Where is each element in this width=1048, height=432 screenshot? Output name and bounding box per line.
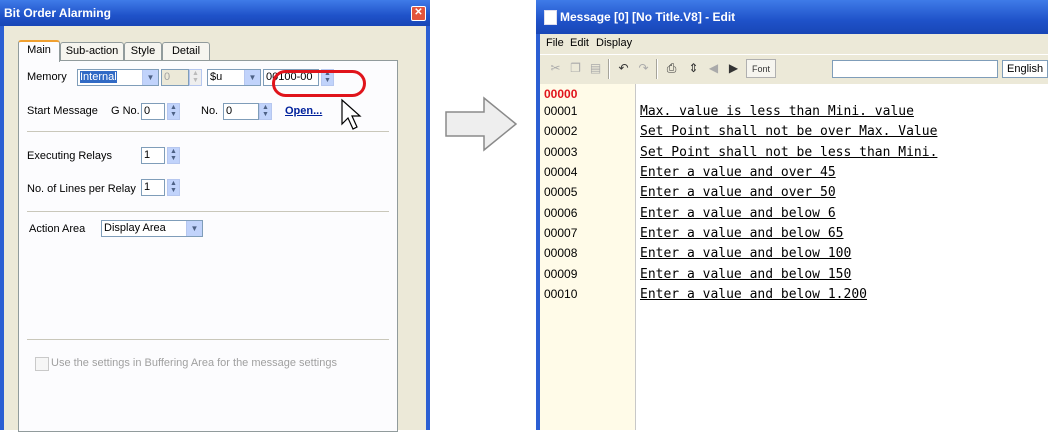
message-line[interactable]: Enter a value and below 6 [640,206,836,221]
executing-relays-spinner[interactable]: ▲ ▼ [167,147,180,164]
action-area-select[interactable]: Display Area ▼ [101,220,203,237]
paste-icon[interactable]: ▤ [586,59,605,78]
language-select[interactable]: English [1002,60,1048,78]
arrow-right-icon[interactable]: ▶ [724,59,743,78]
line-number: 00003 [544,145,578,159]
gno-label: G No. [111,105,140,117]
toolbar-separator [656,59,658,79]
buffering-checkbox[interactable] [35,357,49,371]
line-number: 00002 [544,124,578,138]
mouse-cursor-icon [341,98,362,130]
document-icon [544,10,557,25]
memory-number-field: 0 [161,69,189,86]
line-number: 00001 [544,104,578,118]
executing-relays-field[interactable]: 1 [141,147,165,164]
message-line[interactable]: Enter a value and below 1.200 [640,287,867,302]
message-line[interactable]: Set Point shall not be over Max. Value [640,124,937,139]
close-icon[interactable]: ✕ [411,6,426,21]
tab-style[interactable]: Style [124,42,162,60]
line-number: 00005 [544,185,578,199]
line-number: 00000 [544,87,578,101]
font-button[interactable]: Font [746,59,776,78]
toolbar: ✂ ❐ ▤ ↶ ↷ ⎙ ⇕ ◀ ▶ Font English [540,54,1048,83]
message-line[interactable]: Enter a value and over 50 [640,185,836,200]
gno-field[interactable]: 0 [141,103,165,120]
action-area-value: Display Area [104,222,166,234]
menu-edit[interactable]: Edit [570,37,589,49]
menu-display[interactable]: Display [596,37,632,49]
undo-icon[interactable]: ↶ [614,59,633,78]
copy-icon[interactable]: ❐ [566,59,585,78]
bit-order-alarming-dialog: Bit Order Alarming ✕ Main Sub-action Sty… [0,0,430,432]
lines-per-relay-label: No. of Lines per Relay [27,183,136,195]
message-line[interactable]: Enter a value and below 100 [640,246,851,261]
chevron-down-icon: ▼ [244,70,260,85]
redo-icon[interactable]: ↷ [634,59,653,78]
tab-detail[interactable]: Detail [162,42,210,60]
line-number: 00007 [544,226,578,240]
lines-per-relay-spinner[interactable]: ▲ ▼ [167,179,180,196]
right-arrow-icon [445,96,518,152]
buffering-checkbox-label: Use the settings in Buffering Area for t… [51,357,337,369]
divider [27,211,389,212]
memory-label: Memory [27,71,67,83]
chevron-down-icon: ▼ [186,221,202,236]
open-link[interactable]: Open... [285,105,322,117]
tab-sub-action[interactable]: Sub-action [60,42,124,60]
gno-spinner[interactable]: ▲ ▼ [167,103,180,120]
memory-type-select[interactable]: Internal ▼ [77,69,159,86]
executing-relays-label: Executing Relays [27,150,112,162]
line-number: 00004 [544,165,578,179]
lines-per-relay-field[interactable]: 1 [141,179,165,196]
divider [27,339,389,340]
text-input[interactable] [832,60,998,78]
message-line[interactable]: Enter a value and below 150 [640,267,851,282]
chevron-down-icon: ▼ [142,70,158,85]
start-message-label: Start Message [27,105,98,117]
memory-prefix-value: $u [210,71,223,83]
jump-icon[interactable]: ⇕ [684,59,703,78]
memory-type-value: Internal [80,71,117,83]
line-number: 00008 [544,246,578,260]
editor-title: Message [0] [No Title.V8] - Edit [536,0,1048,34]
memory-prefix-select[interactable]: $u ▼ [207,69,261,86]
message-line[interactable]: Max. value is less than Mini. value [640,104,914,119]
menu-file[interactable]: File [546,37,564,49]
toolbar-separator [608,59,610,79]
no-spinner[interactable]: ▲ ▼ [259,103,272,120]
line-number: 00010 [544,287,578,301]
open-highlight-oval [272,70,366,97]
cut-icon[interactable]: ✂ [546,59,565,78]
action-area-label: Action Area [29,223,86,235]
dialog-title: Bit Order Alarming [0,0,430,26]
message-line[interactable]: Enter a value and below 65 [640,226,844,241]
print-icon[interactable]: ⎙ [662,59,681,78]
line-number: 00006 [544,206,578,220]
tab-main[interactable]: Main [18,40,60,62]
line-number: 00009 [544,267,578,281]
message-line[interactable]: Set Point shall not be less than Mini. [640,145,937,160]
no-label: No. [201,105,219,117]
menu-bar: File Edit Display [540,34,1048,53]
no-field[interactable]: 0 [223,103,259,120]
message-line[interactable]: Enter a value and over 45 [640,165,836,180]
memory-number-spinner: ▲ ▼ [189,69,202,86]
divider [27,131,389,132]
arrow-left-icon[interactable]: ◀ [704,59,723,78]
